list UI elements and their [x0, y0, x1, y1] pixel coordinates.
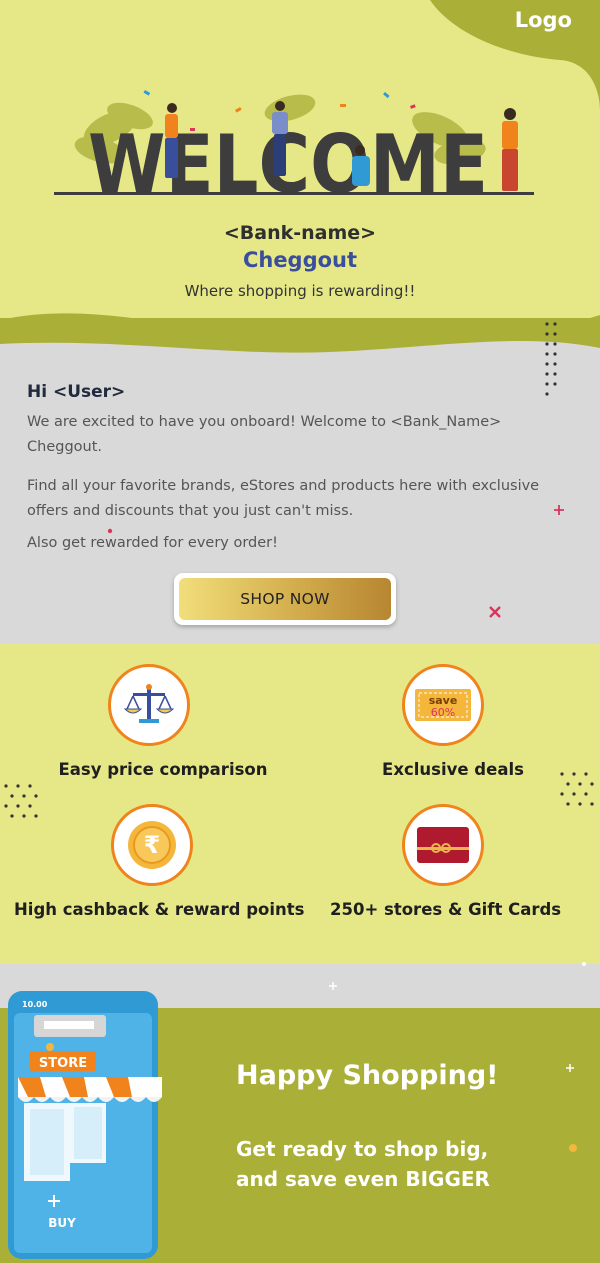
feature-label: Exclusive deals — [382, 760, 524, 779]
offers-paragraph: Find all your favorite brands, eStores a… — [27, 478, 540, 519]
footer-headline: Happy Shopping! — [236, 1060, 499, 1091]
greeting-section: Hi <User> We are excited to have you onb… — [0, 318, 600, 644]
tagline: Where shopping is rewarding!! — [184, 282, 416, 300]
cross-decoration — [489, 606, 501, 618]
feature-exclusive-deals: save 60% — [402, 664, 484, 746]
feature-label: 250+ stores & Gift Cards — [330, 900, 562, 919]
store-phone-illustration: 10.00 STORE BUY — [8, 991, 162, 1259]
plus-decoration — [566, 1064, 574, 1072]
rupee-coin-icon: ₹ — [128, 821, 176, 869]
feature-cashback: ₹ — [111, 804, 193, 886]
dots-decoration — [545, 322, 557, 396]
dot-decoration — [582, 962, 586, 966]
feature-gift-cards — [402, 804, 484, 886]
bank-name: <Bank-name> — [223, 222, 377, 244]
email-page: Logo WELCOME <Bank-name> Cheggout Where … — [0, 0, 600, 1263]
svg-text:WELCOME: WELCOME — [88, 118, 488, 208]
feature-label: High cashback & reward points — [14, 900, 305, 919]
svg-text:₹: ₹ — [144, 831, 161, 859]
svg-text:60%: 60% — [431, 706, 455, 719]
save-tag-icon: save 60% — [415, 689, 471, 721]
shop-now-button[interactable]: SHOP NOW — [174, 573, 396, 625]
svg-text:10.00: 10.00 — [22, 1000, 48, 1009]
shop-now-label: SHOP NOW — [179, 578, 391, 620]
svg-text:BUY: BUY — [48, 1216, 76, 1230]
gift-card-icon — [417, 827, 469, 863]
dot-decoration — [107, 528, 113, 534]
feature-label: Easy price comparison — [58, 760, 268, 779]
greeting-salutation: Hi <User> — [27, 382, 126, 402]
plus-decoration — [554, 505, 564, 515]
svg-text:STORE: STORE — [39, 1056, 87, 1071]
footer-subline: Get ready to shop big, — [236, 1137, 489, 1161]
product-name: Cheggout — [242, 248, 358, 272]
footer-subline: and save even BIGGER — [236, 1167, 490, 1191]
welcome-illustration: WELCOME — [54, 90, 534, 208]
dots-cluster-right — [560, 772, 594, 806]
greeting-top-wave — [0, 318, 600, 353]
dot-decoration — [569, 1144, 577, 1152]
feature-price-comparison — [108, 664, 190, 746]
features-section: Easy price comparison save 60% Exclusive… — [0, 644, 600, 964]
rewards-paragraph: Also get rewarded for every order! — [27, 535, 278, 551]
scale-icon — [123, 684, 175, 723]
hero-section: Logo WELCOME <Bank-name> Cheggout Where … — [0, 0, 600, 340]
plus-decoration — [329, 982, 337, 990]
dots-cluster-left — [4, 784, 38, 818]
welcome-paragraph: We are excited to have you onboard! Welc… — [27, 414, 502, 455]
logo[interactable]: Logo — [515, 8, 572, 32]
